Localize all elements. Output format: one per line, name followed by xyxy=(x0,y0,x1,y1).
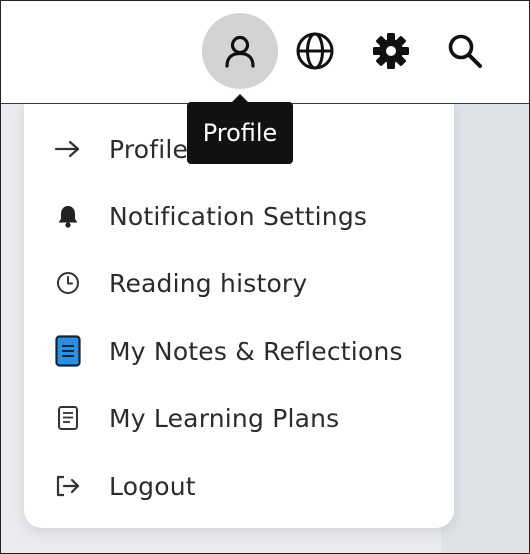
notes-icon xyxy=(52,335,84,367)
user-icon xyxy=(225,35,255,68)
gear-icon xyxy=(373,33,409,69)
profile-dropdown-menu: Profile Notification Settings Reading hi… xyxy=(24,104,454,528)
clock-icon xyxy=(52,267,84,299)
top-bar xyxy=(1,1,529,104)
arrow-right-icon xyxy=(52,133,84,165)
menu-item-label: My Notes & Reflections xyxy=(109,336,403,366)
menu-item-reading-history[interactable]: Reading history xyxy=(24,253,454,313)
menu-item-label: Profile xyxy=(109,134,189,164)
language-button[interactable] xyxy=(277,13,353,89)
menu-item-my-notes[interactable]: My Notes & Reflections xyxy=(24,321,454,381)
menu-item-label: Notification Settings xyxy=(109,201,368,231)
profile-button[interactable] xyxy=(202,13,278,89)
search-button[interactable] xyxy=(427,13,503,89)
menu-item-label: Logout xyxy=(109,471,196,501)
globe-icon xyxy=(296,32,334,70)
logout-icon xyxy=(52,470,84,502)
app-window: Profile Notification Settings Reading hi… xyxy=(0,0,530,554)
menu-item-learning-plans[interactable]: My Learning Plans xyxy=(24,388,454,448)
settings-button[interactable] xyxy=(353,13,429,89)
document-icon xyxy=(52,402,84,434)
profile-tooltip: Profile xyxy=(187,94,293,164)
menu-item-label: Reading history xyxy=(109,268,308,298)
page-side-panel xyxy=(441,104,529,553)
menu-item-logout[interactable]: Logout xyxy=(24,456,454,516)
menu-item-notification-settings[interactable]: Notification Settings xyxy=(24,186,454,246)
menu-item-label: My Learning Plans xyxy=(109,403,340,433)
bell-icon xyxy=(52,200,84,232)
search-icon xyxy=(448,34,482,68)
